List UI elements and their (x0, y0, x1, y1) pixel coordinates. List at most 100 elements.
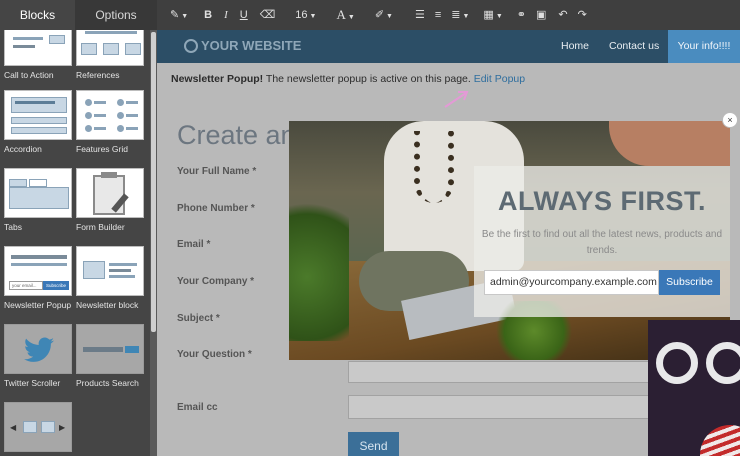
block-accordion[interactable]: Accordion (4, 90, 72, 154)
align-dropdown[interactable]: ≣ ▼ (446, 0, 474, 30)
block-products-search[interactable]: Products Search (76, 324, 144, 388)
edit-popup-link[interactable]: Edit Popup (474, 73, 525, 85)
thumb-subscribe-button: Subscribe (43, 281, 69, 290)
block-thumbnail (76, 30, 144, 66)
email-cc-input[interactable] (348, 395, 668, 419)
block-newsletter-block[interactable]: Newsletter block (76, 246, 144, 310)
popup-email-input[interactable]: admin@yourcompany.example.com (484, 270, 659, 295)
block-label: Newsletter Popup (4, 300, 72, 310)
popup-title: ALWAYS FIRST. (497, 186, 707, 216)
underline-icon: U (239, 9, 248, 21)
photo-necklace (414, 131, 454, 203)
notice-strong: Newsletter Popup! (171, 73, 264, 85)
nav-your-info[interactable]: Your info!!!! (668, 30, 740, 63)
font-size-value: 16 (295, 9, 308, 21)
tab-blocks[interactable]: Blocks (0, 0, 75, 30)
popup-text: Be the first to find out all the latest … (481, 229, 723, 256)
logo-ring-right (706, 342, 740, 384)
redo-icon: ↷ (577, 9, 587, 21)
link-button[interactable]: ⚭ (512, 0, 531, 30)
newsletter-notice: Newsletter Popup! The newsletter popup i… (171, 73, 525, 85)
block-thumbnail (76, 246, 144, 296)
scrollbar-thumb[interactable] (151, 32, 156, 332)
block-thumbnail (4, 90, 72, 140)
block-label: Tabs (4, 222, 22, 232)
photo-hand (609, 121, 730, 166)
block-thumbnail (76, 90, 144, 140)
block-form-builder[interactable]: Form Builder (76, 168, 144, 232)
numbered-list-button[interactable]: ≡ (430, 0, 446, 30)
image-button[interactable]: ▣ (531, 0, 551, 30)
chevron-left-icon: ◀ (10, 423, 17, 432)
chevron-down-icon: ▼ (181, 13, 189, 20)
notice-text: The newsletter popup is active on this p… (263, 73, 474, 85)
numbered-list-icon: ≡ (434, 9, 442, 21)
magic-wand-dropdown[interactable]: ✎ ▼ (165, 0, 193, 30)
block-thumbnail: ◀ ▶ (4, 402, 72, 452)
tab-options[interactable]: Options (75, 0, 157, 30)
eraser-icon: ⌫ (259, 9, 276, 21)
align-icon: ≣ (451, 9, 461, 21)
subscribe-button[interactable]: Subscribe (659, 270, 720, 295)
presenter-video (700, 425, 740, 456)
table-dropdown[interactable]: ▦ ▼ (478, 0, 507, 30)
block-thumbnail (4, 168, 72, 218)
send-button[interactable]: Send (348, 432, 399, 456)
block-label: Call to Action (4, 70, 54, 80)
undo-icon: ↶ (558, 9, 568, 21)
site-navbar: YOUR WEBSITE Home Contact us Your info!!… (157, 30, 740, 63)
bold-icon: B (204, 9, 213, 21)
block-features-grid[interactable]: Features Grid (76, 90, 144, 154)
thumb-email-input: your email... (9, 281, 43, 290)
bullet-list-button[interactable]: ☰ (410, 0, 430, 30)
popup-content: ALWAYS FIRST. Be the first to find out a… (474, 166, 730, 317)
block-call-to-action[interactable]: Call to Action (4, 30, 72, 80)
question-textarea[interactable] (348, 361, 668, 383)
block-label: Newsletter block (76, 300, 139, 310)
block-tabs[interactable]: Tabs (4, 168, 72, 232)
block-thumbnail (4, 324, 72, 374)
block-label: References (76, 70, 120, 80)
popup-close-button[interactable]: × (722, 112, 738, 128)
color-dropdown[interactable]: ✐ ▼ (370, 0, 398, 30)
block-twitter-scroller[interactable]: Twitter Scroller (4, 324, 72, 388)
redo-button[interactable]: ↷ (573, 0, 592, 30)
site-logo[interactable]: YOUR WEBSITE (184, 38, 301, 53)
font-icon: A (336, 7, 346, 22)
chevron-down-icon: ▼ (347, 13, 355, 21)
globe-icon (184, 38, 198, 53)
magic-wand-icon: ✎ (170, 9, 180, 21)
blocks-scrollbar[interactable] (150, 30, 157, 456)
logo-ring-left (656, 342, 698, 384)
chevron-down-icon: ▼ (495, 13, 503, 20)
block-newsletter-popup[interactable]: your email... Subscribe Newsletter Popup (4, 246, 72, 310)
label-subject: Subject * (177, 313, 220, 324)
bold-button[interactable]: B (199, 0, 217, 30)
webcam-overlay (648, 320, 740, 456)
block-thumbnail (4, 30, 72, 66)
nav-contact-us[interactable]: Contact us (609, 30, 659, 63)
nav-home[interactable]: Home (561, 30, 589, 63)
chevron-down-icon: ▼ (309, 13, 317, 20)
twitter-bird-icon (24, 337, 54, 362)
font-size-dropdown[interactable]: 16 ▼ (290, 0, 321, 30)
block-thumbnail (76, 168, 144, 218)
link-icon: ⚭ (516, 9, 526, 21)
chevron-down-icon: ▼ (386, 13, 393, 20)
italic-icon: I (224, 9, 228, 21)
block-references[interactable]: References (76, 30, 144, 80)
block-image-slider[interactable]: ◀ ▶ (4, 402, 72, 456)
label-email-cc: Email cc (177, 402, 218, 413)
bullet-list-icon: ☰ (414, 9, 425, 21)
block-label: Accordion (4, 144, 42, 154)
table-icon: ▦ (483, 9, 494, 21)
undo-button[interactable]: ↶ (553, 0, 572, 30)
label-phone-number: Phone Number * (177, 203, 255, 214)
block-label: Products Search (76, 378, 139, 388)
editor-toolbar: ✎ ▼ B I U ⌫ 16 ▼ A ▼ ✐ ▼ ☰ ≡ ≣ ▼ ▦ ▼ ⚭ ▣ ↶ ↷ (157, 0, 740, 30)
underline-button[interactable]: U (235, 0, 253, 30)
eraser-button[interactable]: ⌫ (255, 0, 281, 30)
block-label: Twitter Scroller (4, 378, 61, 388)
italic-button[interactable]: I (219, 0, 233, 30)
font-family-dropdown[interactable]: A ▼ (331, 0, 359, 30)
